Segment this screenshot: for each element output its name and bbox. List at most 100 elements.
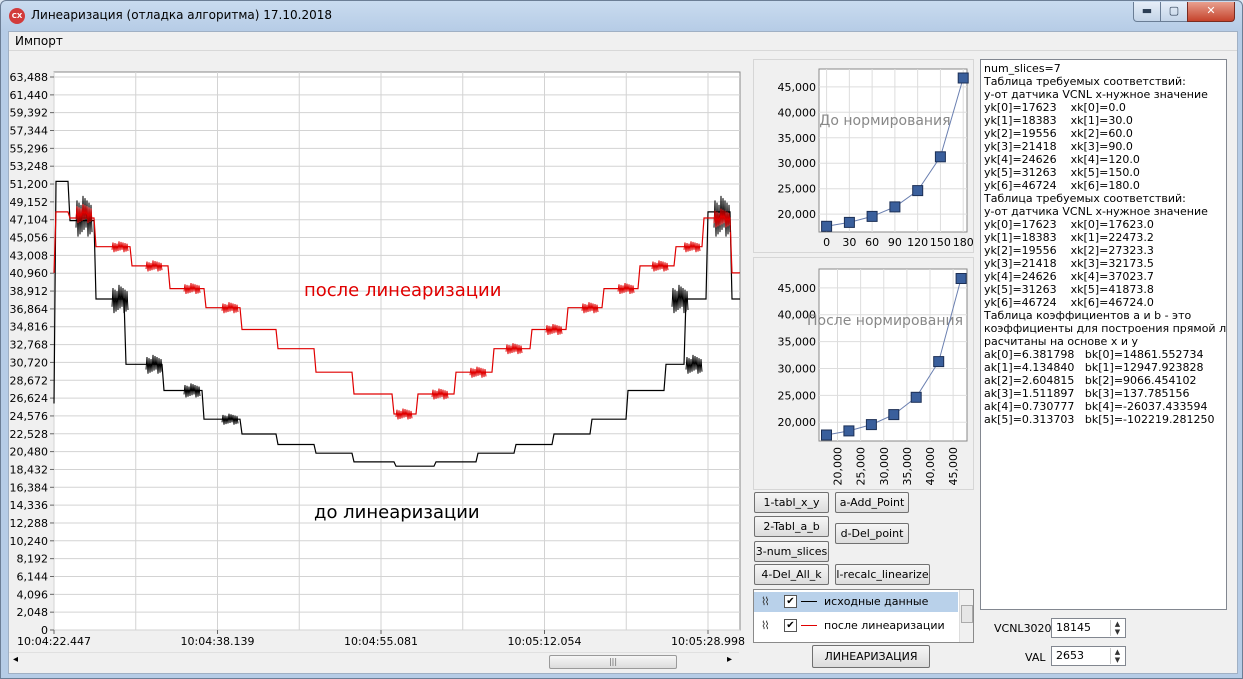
- x-tick-label: 10:05:12.054: [508, 635, 582, 648]
- mini-data-point: [888, 409, 900, 421]
- output-line: yk[0]=17623 xk[0]=17623.0: [984, 218, 1154, 231]
- mini-data-point: [821, 429, 832, 441]
- output-line: yk[2]=19556 xk[2]=27323.3: [984, 244, 1154, 257]
- legend-label-raw: исходные данные: [824, 595, 929, 608]
- output-line: ak[4]=0.730777 bk[4]=-26037.433594: [984, 400, 1208, 413]
- scroll-thumb[interactable]: |||: [549, 655, 677, 669]
- legend-swatch-raw: [801, 601, 817, 602]
- output-line: у-от датчика VCNL x-нужное значение: [984, 88, 1208, 101]
- spin-arrows-icon[interactable]: ▲ ▼: [1110, 648, 1124, 664]
- y-tick-label: 2,048: [17, 606, 49, 619]
- y-tick-label: 28,672: [10, 374, 49, 387]
- main-chart-panel: 63,488 61,440 59,392 57,344 55,296 53,248 51,2…: [9, 51, 753, 673]
- legend-item-raw[interactable]: ⌇⌇ ✔ исходные данные: [754, 592, 958, 612]
- val-value: 2653: [1056, 649, 1084, 662]
- app-icon: CX: [9, 8, 25, 24]
- y-tick-label: 4,096: [17, 588, 49, 601]
- legend-scroll-thumb[interactable]: [961, 605, 973, 623]
- del-point-button[interactable]: d-Del_point: [835, 523, 909, 544]
- legend-checkbox-raw[interactable]: ✔: [784, 595, 797, 608]
- x-tick-label: 10:04:22.447: [17, 635, 91, 648]
- mini-data-point: [889, 201, 901, 213]
- tabl-a-b-button[interactable]: 2-Tabl_a_b: [754, 516, 829, 537]
- mini-data-point: [933, 356, 945, 368]
- mini-y-tick-label: 35,000: [778, 132, 817, 145]
- mini-x-tick-label: 0: [823, 236, 830, 249]
- tabl-x-y-button[interactable]: 1-tabl_x_y: [754, 492, 829, 513]
- num-slices-button[interactable]: 3-num_slices: [754, 541, 829, 562]
- val-spinbox[interactable]: 2653 ▲ ▼: [1051, 646, 1126, 666]
- series-wave-icon: ⌇⌇: [761, 595, 770, 608]
- mini-y-tick-label: 20,000: [778, 416, 817, 429]
- x-tick-label: 10:04:38.139: [181, 635, 255, 648]
- minimize-button[interactable]: ▬: [1133, 2, 1161, 22]
- recalc-linearize-button[interactable]: l-recalc_linearize: [835, 564, 930, 585]
- mini-y-tick-label: 45,000: [778, 81, 817, 94]
- output-line: yk[4]=24626 xk[4]=120.0: [984, 153, 1140, 166]
- mini-x-tick-label: 180: [953, 236, 973, 249]
- main-chart: 63,488 61,440 59,392 57,344 55,296 53,248 51,2…: [10, 71, 745, 648]
- output-line: yk[6]=46724 xk[6]=180.0: [984, 179, 1140, 192]
- mini-chart-after: 45,000 40,000 35,000 30,000 25,000 20,000 20,0…: [753, 257, 974, 490]
- mini-data-point: [843, 425, 855, 437]
- menu-item-import[interactable]: Импорт: [15, 34, 63, 48]
- output-line: у-от датчика VCNL x-нужное значение: [984, 205, 1208, 218]
- del-all-button[interactable]: 4-Del_All_k: [754, 564, 829, 585]
- x-tick-label: 10:05:28.998: [671, 635, 745, 648]
- output-line: yk[0]=17623 xk[0]=0.0: [984, 101, 1126, 114]
- series-legend: ⌇⌇ ✔ исходные данные ⌇⌇ ✔ после линеариз…: [753, 589, 974, 643]
- y-tick-label: 10,240: [10, 535, 49, 548]
- y-tick-label: 49,152: [10, 196, 49, 209]
- horizontal-scrollbar[interactable]: ◂ ||| ▸: [9, 652, 739, 669]
- output-line: Таблица требуемых соответствий:: [984, 192, 1186, 205]
- y-tick-label: 61,440: [10, 89, 49, 102]
- legend-scrollbar[interactable]: [959, 590, 973, 642]
- output-line: Таблица коэффициентов a и b - это: [984, 309, 1192, 322]
- y-tick-label: 53,248: [10, 160, 49, 173]
- series-wave-icon: ⌇⌇: [761, 619, 770, 632]
- close-button[interactable]: ✕: [1187, 2, 1235, 22]
- output-line: yk[4]=24626 xk[4]=37023.7: [984, 270, 1154, 283]
- mini-y-tick-label: 25,000: [778, 183, 817, 196]
- mini-x-tick-label: 40,000: [924, 447, 937, 486]
- y-tick-label: 36,864: [10, 303, 49, 316]
- mini-y-tick-label: 35,000: [778, 336, 817, 349]
- output-line: ak[0]=6.381798 bk[0]=14861.552734: [984, 348, 1204, 361]
- y-tick-label: 63,488: [10, 71, 49, 84]
- title-bar[interactable]: CX Линеаризация (отладка алгоритма) 17.1…: [1, 1, 1242, 31]
- annotation-before-linearization: до линеаризации: [314, 502, 480, 523]
- val-label: VAL: [1025, 651, 1046, 664]
- mini-data-point: [957, 72, 969, 84]
- mini-y-tick-label: 20,000: [778, 208, 817, 221]
- x-tick-label: 10:04:55.081: [344, 635, 418, 648]
- mini-x-tick-label: 90: [888, 236, 902, 249]
- legend-checkbox-linearized[interactable]: ✔: [784, 619, 797, 632]
- legend-item-linearized[interactable]: ⌇⌇ ✔ после линеаризации: [754, 616, 958, 636]
- scroll-right-icon[interactable]: ▸: [727, 654, 732, 665]
- output-line: yk[3]=21418 xk[3]=32173.5: [984, 257, 1154, 270]
- output-line: yk[2]=19556 xk[2]=60.0: [984, 127, 1133, 140]
- add-point-button[interactable]: a-Add_Point: [835, 492, 909, 513]
- mini-chart-before: 45,000 40,000 35,000 30,000 25,000 20,000 0 30 6…: [753, 59, 974, 253]
- mini-x-tick-label: 35,000: [901, 447, 914, 486]
- y-tick-label: 20,480: [10, 446, 49, 459]
- y-tick-label: 55,296: [10, 142, 49, 155]
- output-textbox[interactable]: num_slices=7 Таблица требуемых соответств…: [980, 59, 1227, 610]
- client-area: Импорт 63,488 61,440 59,392 57,344 55,296 53,…: [8, 31, 1238, 674]
- app-window: CX Линеаризация (отладка алгоритма) 17.1…: [0, 0, 1243, 679]
- y-tick-label: 16,384: [10, 481, 49, 494]
- y-tick-label: 14,336: [10, 499, 49, 512]
- spin-arrows-icon[interactable]: ▲ ▼: [1110, 620, 1124, 636]
- vcnl-spinbox[interactable]: 18145 ▲ ▼: [1051, 618, 1126, 638]
- y-tick-label: 18,432: [10, 463, 49, 476]
- mini-data-point: [821, 220, 833, 232]
- y-tick-label: 26,624: [10, 392, 49, 405]
- y-tick-label: 8,192: [17, 553, 49, 566]
- maximize-button[interactable]: ▢: [1160, 2, 1188, 22]
- mini-data-point: [866, 210, 878, 222]
- output-line: ak[1]=4.134840 bk[1]=12947.923828: [984, 361, 1204, 374]
- linearize-button[interactable]: ЛИНЕАРИЗАЦИЯ: [812, 645, 930, 668]
- scroll-left-icon[interactable]: ◂: [13, 654, 18, 665]
- mini-chart-title: После нормирования: [807, 313, 963, 329]
- output-line: yk[6]=46724 xk[6]=46724.0: [984, 296, 1154, 309]
